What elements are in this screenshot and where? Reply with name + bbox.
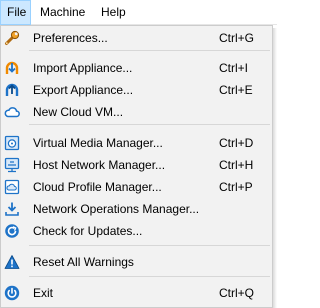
menu-item-shortcut: Ctrl+Q (219, 286, 255, 300)
menu-item-export-appliance[interactable]: Export Appliance... Ctrl+E (1, 79, 272, 101)
media-manager-icon (4, 135, 20, 151)
menu-item-reset-all-warnings[interactable]: Reset All Warnings (1, 251, 272, 273)
export-appliance-icon (4, 82, 20, 98)
menu-item-host-network-manager[interactable]: Host Network Manager... Ctrl+H (1, 154, 272, 176)
menu-file[interactable]: File (0, 0, 31, 25)
menu-separator (29, 124, 270, 125)
menu-item-cloud-profile-manager[interactable]: Cloud Profile Manager... Ctrl+P (1, 176, 272, 198)
menu-item-label: Reset All Warnings (33, 255, 134, 269)
menu-item-network-operations-manager[interactable]: Network Operations Manager... (1, 198, 272, 220)
menu-machine[interactable]: Machine (34, 0, 91, 25)
menu-item-virtual-media-manager[interactable]: Virtual Media Manager... Ctrl+D (1, 132, 272, 154)
menu-shadow (273, 28, 277, 308)
menu-item-shortcut: Ctrl+H (219, 158, 254, 172)
cloud-vm-icon (4, 104, 20, 120)
menu-item-label: Host Network Manager... (33, 158, 166, 172)
menu-separator (29, 276, 270, 277)
cloud-profile-icon (4, 179, 20, 195)
menu-item-shortcut: Ctrl+I (219, 61, 249, 75)
menu-separator (29, 245, 270, 246)
menu-item-label: Export Appliance... (33, 83, 134, 97)
import-appliance-icon (4, 60, 20, 76)
menu-item-new-cloud-vm[interactable]: New Cloud VM... (1, 101, 272, 123)
menu-item-label: Import Appliance... (33, 61, 133, 75)
menu-item-import-appliance[interactable]: Import Appliance... Ctrl+I (1, 57, 272, 79)
host-network-icon (4, 157, 20, 173)
menu-item-label: Virtual Media Manager... (33, 136, 163, 150)
refresh-icon (4, 223, 20, 239)
menu-item-label: Cloud Profile Manager... (33, 180, 162, 194)
warning-icon (4, 254, 20, 270)
menu-item-preferences[interactable]: Preferences... Ctrl+G (1, 27, 272, 49)
power-icon (4, 285, 20, 301)
menu-help[interactable]: Help (95, 0, 132, 25)
menu-item-label: Check for Updates... (33, 224, 143, 238)
menu-bar: File Machine Help (0, 0, 277, 25)
menu-item-exit[interactable]: Exit Ctrl+Q (1, 282, 272, 304)
file-menu-dropdown: Preferences... Ctrl+G Import Appliance..… (0, 25, 273, 308)
menu-item-check-for-updates[interactable]: Check for Updates... (1, 220, 272, 242)
menu-item-shortcut: Ctrl+P (219, 180, 253, 194)
menu-item-shortcut: Ctrl+D (219, 136, 254, 150)
menu-item-label: New Cloud VM... (33, 105, 124, 119)
menu-item-label: Preferences... (33, 31, 108, 45)
menu-item-shortcut: Ctrl+E (219, 83, 253, 97)
menu-item-label: Exit (33, 286, 54, 300)
download-icon (4, 201, 20, 217)
wrench-icon (4, 30, 20, 46)
menu-item-label: Network Operations Manager... (33, 202, 200, 216)
menu-item-shortcut: Ctrl+G (219, 31, 255, 45)
menu-separator (29, 50, 270, 51)
